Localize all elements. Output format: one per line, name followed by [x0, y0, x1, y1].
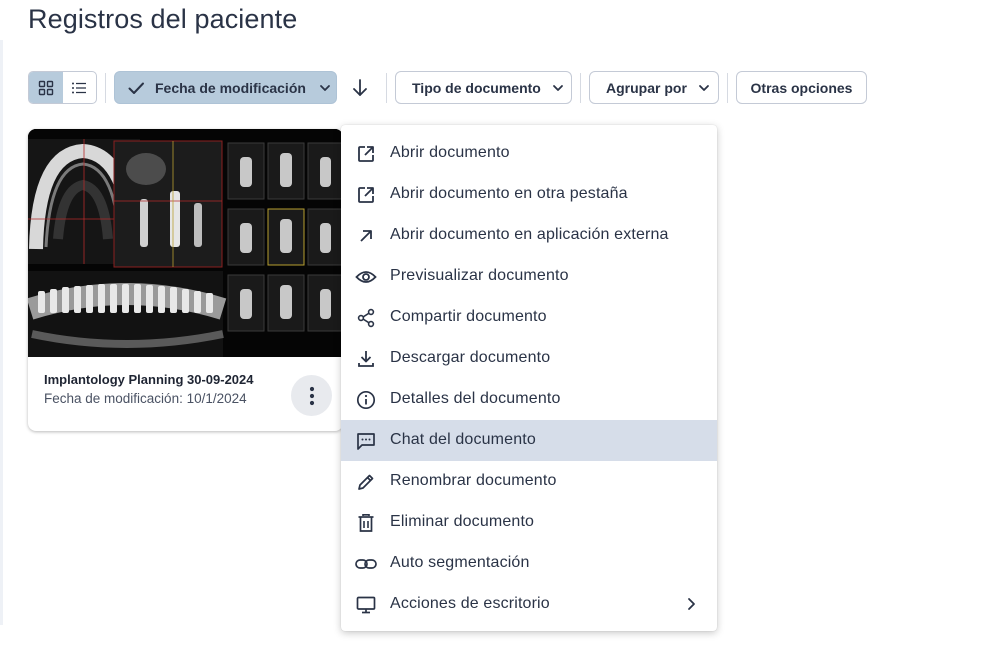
menu-item-label: Auto segmentación	[390, 554, 530, 571]
toolbar-separator	[580, 73, 581, 103]
menu-item-rename[interactable]: Renombrar documento	[341, 461, 717, 502]
download-icon	[355, 348, 377, 370]
document-card[interactable]: Implantology Planning 30-09-2024 Fecha d…	[28, 129, 343, 431]
menu-item-label: Compartir documento	[390, 308, 547, 325]
menu-item-label: Descargar documento	[390, 349, 551, 366]
menu-item-label: Abrir documento en otra pestaña	[390, 185, 628, 202]
menu-item-label: Previsualizar documento	[390, 267, 569, 284]
document-thumbnail[interactable]	[28, 129, 343, 357]
toolbar-separator	[727, 73, 728, 103]
menu-item-share[interactable]: Compartir documento	[341, 297, 717, 338]
group-by-button[interactable]: Agrupar por	[589, 71, 719, 104]
menu-item-open-new-tab[interactable]: Abrir documento en otra pestaña	[341, 174, 717, 215]
grid-icon	[38, 80, 53, 95]
menu-item-desktop-actions[interactable]: Acciones de escritorio	[341, 584, 717, 625]
chevron-down-icon	[320, 84, 330, 91]
toolbar-separator	[386, 73, 387, 103]
menu-item-details[interactable]: Detalles del documento	[341, 379, 717, 420]
menu-item-label: Detalles del documento	[390, 390, 561, 407]
document-modified-date: Fecha de modificación: 10/1/2024	[44, 391, 247, 406]
menu-item-label: Abrir documento	[390, 144, 510, 161]
link-icon	[355, 553, 377, 575]
eye-icon	[355, 266, 377, 288]
document-title: Implantology Planning 30-09-2024	[44, 372, 254, 387]
toolbar-separator	[105, 73, 106, 103]
document-context-menu: Abrir documento Abrir documento en otra …	[341, 125, 717, 631]
left-divider	[0, 40, 3, 625]
monitor-icon	[355, 594, 377, 616]
info-icon	[355, 389, 377, 411]
arrow-down-icon	[353, 79, 367, 96]
toolbar: Fecha de modificación Tipo de documento …	[28, 71, 988, 104]
menu-item-open-external-app[interactable]: Abrir documento en aplicación externa	[341, 215, 717, 256]
pencil-icon	[355, 471, 377, 493]
menu-item-chat[interactable]: Chat del documento	[341, 420, 717, 461]
chevron-down-icon	[698, 84, 709, 91]
chevron-right-icon	[688, 598, 695, 610]
menu-item-label: Chat del documento	[390, 431, 536, 448]
check-icon	[128, 82, 144, 94]
sort-field-label: Fecha de modificación	[155, 79, 306, 96]
chat-icon	[355, 430, 377, 452]
menu-item-auto-segmentation[interactable]: Auto segmentación	[341, 543, 717, 584]
open-external-icon	[355, 184, 377, 206]
document-more-button[interactable]	[291, 375, 332, 416]
cbct-scan-image	[28, 129, 343, 357]
more-options-label: Otras opciones	[750, 79, 853, 96]
grid-view-button[interactable]	[29, 72, 63, 103]
open-external-icon	[355, 143, 377, 165]
view-toggle	[28, 71, 97, 104]
menu-item-label: Eliminar documento	[390, 513, 535, 530]
group-by-label: Agrupar por	[606, 79, 687, 96]
list-icon	[72, 82, 87, 93]
more-vertical-icon	[309, 386, 314, 405]
page-title: Registros del paciente	[28, 4, 298, 34]
menu-item-label: Renombrar documento	[390, 472, 557, 489]
share-icon	[355, 307, 377, 329]
document-type-filter[interactable]: Tipo de documento	[395, 71, 572, 104]
sort-field-chip[interactable]: Fecha de modificación	[114, 71, 337, 104]
chevron-down-icon	[552, 84, 563, 91]
menu-item-label: Acciones de escritorio	[390, 595, 550, 612]
menu-item-delete[interactable]: Eliminar documento	[341, 502, 717, 543]
list-view-button[interactable]	[63, 72, 97, 103]
menu-item-download[interactable]: Descargar documento	[341, 338, 717, 379]
menu-item-label: Abrir documento en aplicación externa	[390, 226, 669, 243]
sort-direction-button[interactable]	[346, 75, 374, 101]
more-options-button[interactable]: Otras opciones	[736, 71, 867, 104]
menu-item-preview[interactable]: Previsualizar documento	[341, 256, 717, 297]
menu-item-open-document[interactable]: Abrir documento	[341, 133, 717, 174]
document-type-label: Tipo de documento	[412, 79, 541, 96]
trash-icon	[355, 512, 377, 534]
arrow-up-right-icon	[355, 225, 377, 247]
